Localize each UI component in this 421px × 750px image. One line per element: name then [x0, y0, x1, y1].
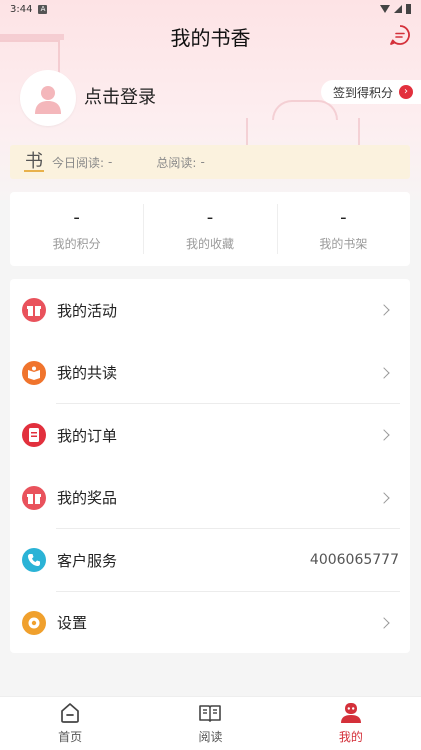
chevron-right-icon [378, 367, 390, 379]
stat-label: 我的积分 [52, 236, 101, 251]
nav-label: 我的 [338, 730, 363, 744]
nav-reading[interactable]: 阅读 [140, 697, 280, 750]
home-icon [61, 703, 80, 723]
today-reading-value: - [108, 155, 113, 169]
gift-icon [22, 298, 46, 323]
menu-item-label: 我的订单 [57, 426, 118, 445]
stat-label: 我的收藏 [185, 236, 234, 251]
nav-home[interactable]: 首页 [0, 697, 140, 750]
stats-card: - 我的积分 - 我的收藏 - 我的书架 [10, 192, 410, 266]
message-button[interactable] [389, 24, 411, 46]
chevron-right-icon [378, 617, 390, 629]
service-phone-number[interactable]: 4006065777 [310, 552, 399, 568]
chat-icon [390, 25, 410, 45]
prize-icon [22, 485, 46, 510]
menu-list: 我的活动 我的共读 我的订单 我的奖品 客户服务 4006065777 设置 [10, 279, 410, 653]
stat-value: - [206, 206, 214, 228]
menu-item-settings[interactable]: 设置 [10, 592, 410, 655]
menu-item-label: 我的奖品 [57, 489, 118, 508]
notification-badge: A [38, 4, 48, 14]
stat-value: - [73, 206, 80, 228]
menu-item-label: 我的共读 [57, 364, 118, 383]
settings-icon [22, 610, 46, 635]
open-book-icon [199, 705, 222, 722]
bottom-nav: 首页 阅读 我的 [0, 696, 421, 750]
menu-item-prizes[interactable]: 我的奖品 [10, 467, 410, 530]
signal-icon [394, 5, 402, 13]
battery-icon [406, 4, 411, 14]
stat-value: - [340, 206, 347, 228]
login-link[interactable]: 点击登录 [84, 85, 156, 111]
total-reading-value: - [200, 155, 205, 169]
status-bar: 3:44 A [0, 0, 421, 18]
total-reading-label: 总阅读: [156, 155, 197, 170]
user-avatar-icon [35, 86, 61, 114]
menu-item-label: 我的活动 [57, 301, 118, 320]
phone-icon [22, 548, 46, 573]
page-title: 我的书香 [170, 26, 251, 50]
stat-favorites[interactable]: - 我的收藏 [143, 192, 276, 266]
chevron-right-icon [378, 304, 390, 316]
stat-bookshelf[interactable]: - 我的书架 [276, 192, 410, 266]
sign-in-label: 签到得积分 [332, 85, 393, 100]
chevron-right-icon [378, 429, 390, 441]
book-icon: 书 [24, 151, 44, 172]
wifi-icon [380, 5, 390, 13]
nav-profile[interactable]: 我的 [281, 697, 421, 750]
reading-stats-strip: 书 今日阅读: - 总阅读: - [10, 145, 410, 179]
profile-icon [340, 703, 361, 723]
menu-item-activities[interactable]: 我的活动 [10, 279, 410, 342]
menu-item-label: 客户服务 [57, 551, 118, 570]
sign-in-points-button[interactable]: 签到得积分 › [320, 80, 421, 104]
nav-label: 阅读 [198, 730, 223, 744]
order-icon [22, 423, 46, 448]
avatar[interactable] [20, 70, 76, 126]
menu-item-coreading[interactable]: 我的共读 [10, 342, 410, 405]
book-group-icon [22, 360, 46, 385]
stat-points[interactable]: - 我的积分 [10, 192, 143, 266]
today-reading-label: 今日阅读: [52, 155, 105, 170]
menu-item-orders[interactable]: 我的订单 [10, 404, 410, 467]
nav-label: 首页 [58, 730, 83, 744]
menu-item-label: 设置 [57, 614, 88, 633]
chevron-right-icon [378, 492, 390, 504]
stat-label: 我的书架 [319, 236, 368, 251]
menu-item-customer-service[interactable]: 客户服务 4006065777 [10, 529, 410, 592]
chevron-right-icon: › [399, 85, 413, 99]
status-time: 3:44 [10, 3, 33, 15]
